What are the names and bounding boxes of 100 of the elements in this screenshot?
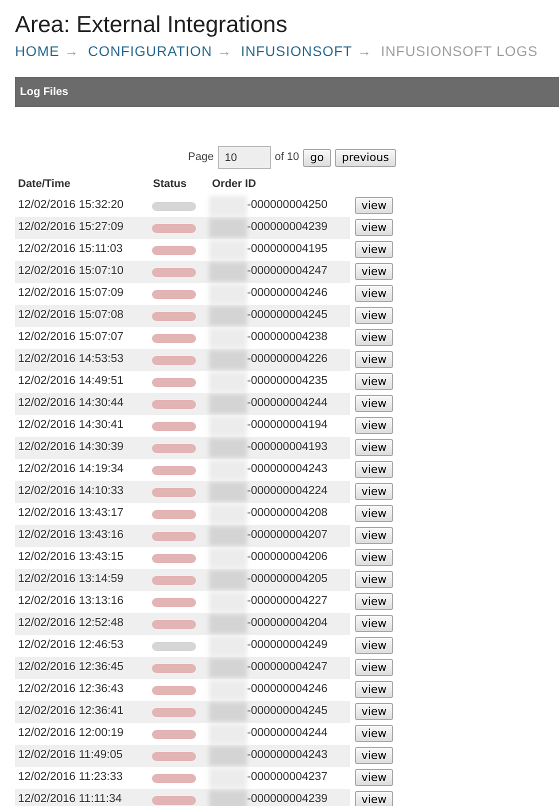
view-button[interactable]: view — [355, 482, 393, 500]
date-cell: 12/02/2016 13:14:59 — [18, 573, 124, 586]
date-cell: 12/02/2016 14:30:39 — [18, 441, 124, 454]
order-id-cell-text: -000000004205 — [247, 572, 328, 588]
date-cell: 12/02/2016 14:53:53 — [18, 353, 124, 366]
date-cell: 12/02/2016 15:27:09 — [18, 221, 124, 234]
view-button[interactable]: view — [355, 724, 393, 742]
view-button[interactable]: view — [355, 526, 393, 544]
order-id-cell-text: -000000004206 — [247, 550, 328, 566]
date-cell: 12/02/2016 12:52:48 — [18, 617, 124, 630]
order-id-cell-text: -000000004246 — [247, 286, 328, 302]
redacted-order-prefix — [209, 438, 247, 458]
view-button[interactable]: view — [355, 262, 393, 280]
view-button[interactable]: view — [355, 240, 393, 258]
view-button[interactable]: view — [355, 394, 393, 412]
date-cell: 12/02/2016 12:36:45 — [18, 661, 124, 674]
column-header: Status — [153, 178, 187, 190]
redacted-order-prefix — [209, 614, 247, 634]
view-button[interactable]: view — [355, 372, 393, 390]
view-button[interactable]: view — [355, 702, 393, 720]
view-button[interactable]: view — [355, 416, 393, 434]
view-button[interactable]: view — [355, 504, 393, 522]
view-button[interactable]: view — [355, 548, 393, 566]
page-total: of 10 — [274, 150, 300, 166]
date-cell: 12/02/2016 14:19:34 — [18, 463, 124, 476]
date-cell: 12/02/2016 15:07:09 — [18, 287, 124, 300]
order-id-cell-text: -000000004207 — [247, 528, 328, 544]
order-id-cell-text: -000000004193 — [247, 440, 328, 456]
view-button[interactable]: view — [355, 460, 393, 478]
date-cell: 12/02/2016 15:07:07 — [18, 331, 124, 344]
order-id-cell-text: -000000004244 — [247, 726, 328, 742]
view-button[interactable]: view — [355, 768, 393, 786]
view-button[interactable]: view — [355, 592, 393, 610]
order-id-cell-text: -000000004238 — [247, 330, 328, 346]
panel-title: Log Files — [20, 84, 68, 100]
date-cell: 12/02/2016 12:36:43 — [18, 683, 124, 696]
date-cell: 12/02/2016 14:30:41 — [18, 419, 124, 432]
redacted-order-prefix — [209, 746, 247, 766]
view-button[interactable]: view — [355, 790, 393, 806]
date-cell: 12/02/2016 12:46:53 — [18, 639, 124, 652]
view-button[interactable]: view — [355, 746, 393, 764]
view-button[interactable]: view — [355, 658, 393, 676]
view-button[interactable]: view — [355, 570, 393, 588]
date-cell: 12/02/2016 15:32:20 — [18, 199, 124, 212]
order-id-cell-text: -000000004243 — [247, 462, 328, 478]
date-cell: 12/02/2016 13:43:16 — [18, 529, 124, 542]
breadcrumb-separator: → — [64, 42, 80, 61]
breadcrumb-separator: → — [357, 42, 372, 61]
order-id-cell-text: -000000004247 — [247, 660, 328, 676]
order-id-cell-text: -000000004246 — [247, 682, 328, 698]
page-title: Area: External Integrations — [15, 10, 288, 39]
order-id-cell-text: -000000004195 — [247, 242, 328, 258]
page-input[interactable]: 10 — [218, 146, 271, 169]
breadcrumb-link[interactable]: INFUSIONSOFT — [240, 41, 352, 61]
view-button[interactable]: view — [355, 680, 393, 698]
previous-button[interactable]: previous — [334, 148, 396, 166]
go-button[interactable]: go — [303, 148, 331, 166]
redacted-order-prefix — [209, 526, 247, 546]
redacted-order-prefix — [209, 306, 247, 326]
date-cell: 12/02/2016 12:00:19 — [18, 727, 124, 740]
breadcrumb-link[interactable]: CONFIGURATION — [88, 41, 212, 61]
view-button[interactable]: view — [355, 614, 393, 632]
view-button[interactable]: view — [355, 636, 393, 654]
order-id-cell-text: -000000004224 — [247, 484, 328, 500]
page-label: Page — [188, 150, 214, 166]
order-id-cell-text: -000000004204 — [247, 616, 328, 632]
order-id-cell-text: -000000004245 — [247, 704, 328, 720]
redacted-order-prefix — [209, 350, 247, 370]
date-cell: 12/02/2016 15:07:08 — [18, 309, 124, 322]
view-button[interactable]: view — [355, 328, 393, 346]
breadcrumb-link[interactable]: HOME — [15, 41, 60, 61]
column-header: Date/Time — [18, 178, 70, 190]
redacted-order-prefix — [209, 482, 247, 502]
date-cell: 12/02/2016 11:23:33 — [18, 771, 123, 784]
order-id-cell-text: -000000004237 — [247, 770, 328, 786]
redacted-order-prefix — [209, 702, 247, 722]
view-button[interactable]: view — [355, 196, 393, 214]
view-button[interactable]: view — [355, 438, 393, 456]
date-cell: 12/02/2016 13:43:15 — [18, 551, 124, 564]
order-id-cell-text: -000000004235 — [247, 374, 328, 390]
view-button[interactable]: view — [355, 284, 393, 302]
view-button[interactable]: view — [355, 218, 393, 236]
redacted-order-prefix — [209, 394, 247, 414]
date-cell: 12/02/2016 11:49:05 — [18, 749, 123, 762]
date-cell: 12/02/2016 14:49:51 — [18, 375, 124, 388]
order-id-cell-text: -000000004245 — [247, 308, 328, 324]
date-cell: 12/02/2016 15:11:03 — [18, 243, 123, 256]
view-button[interactable]: view — [355, 350, 393, 368]
order-id-cell-text: -000000004194 — [247, 418, 328, 434]
date-cell: 12/02/2016 14:10:33 — [18, 485, 124, 498]
date-cell: 12/02/2016 13:43:17 — [18, 507, 124, 520]
current-page-label: INFUSIONSOFT LOGS — [380, 42, 538, 61]
view-button[interactable]: view — [355, 306, 393, 324]
column-header: Order ID — [212, 178, 256, 190]
redacted-order-prefix — [209, 262, 247, 282]
order-id-cell-text: -000000004227 — [247, 594, 328, 610]
order-id-cell-text: -000000004226 — [247, 352, 328, 368]
order-id-cell-text: -000000004208 — [247, 506, 328, 522]
breadcrumb-separator: → — [217, 42, 232, 61]
date-cell: 12/02/2016 11:11:34 — [18, 793, 122, 806]
